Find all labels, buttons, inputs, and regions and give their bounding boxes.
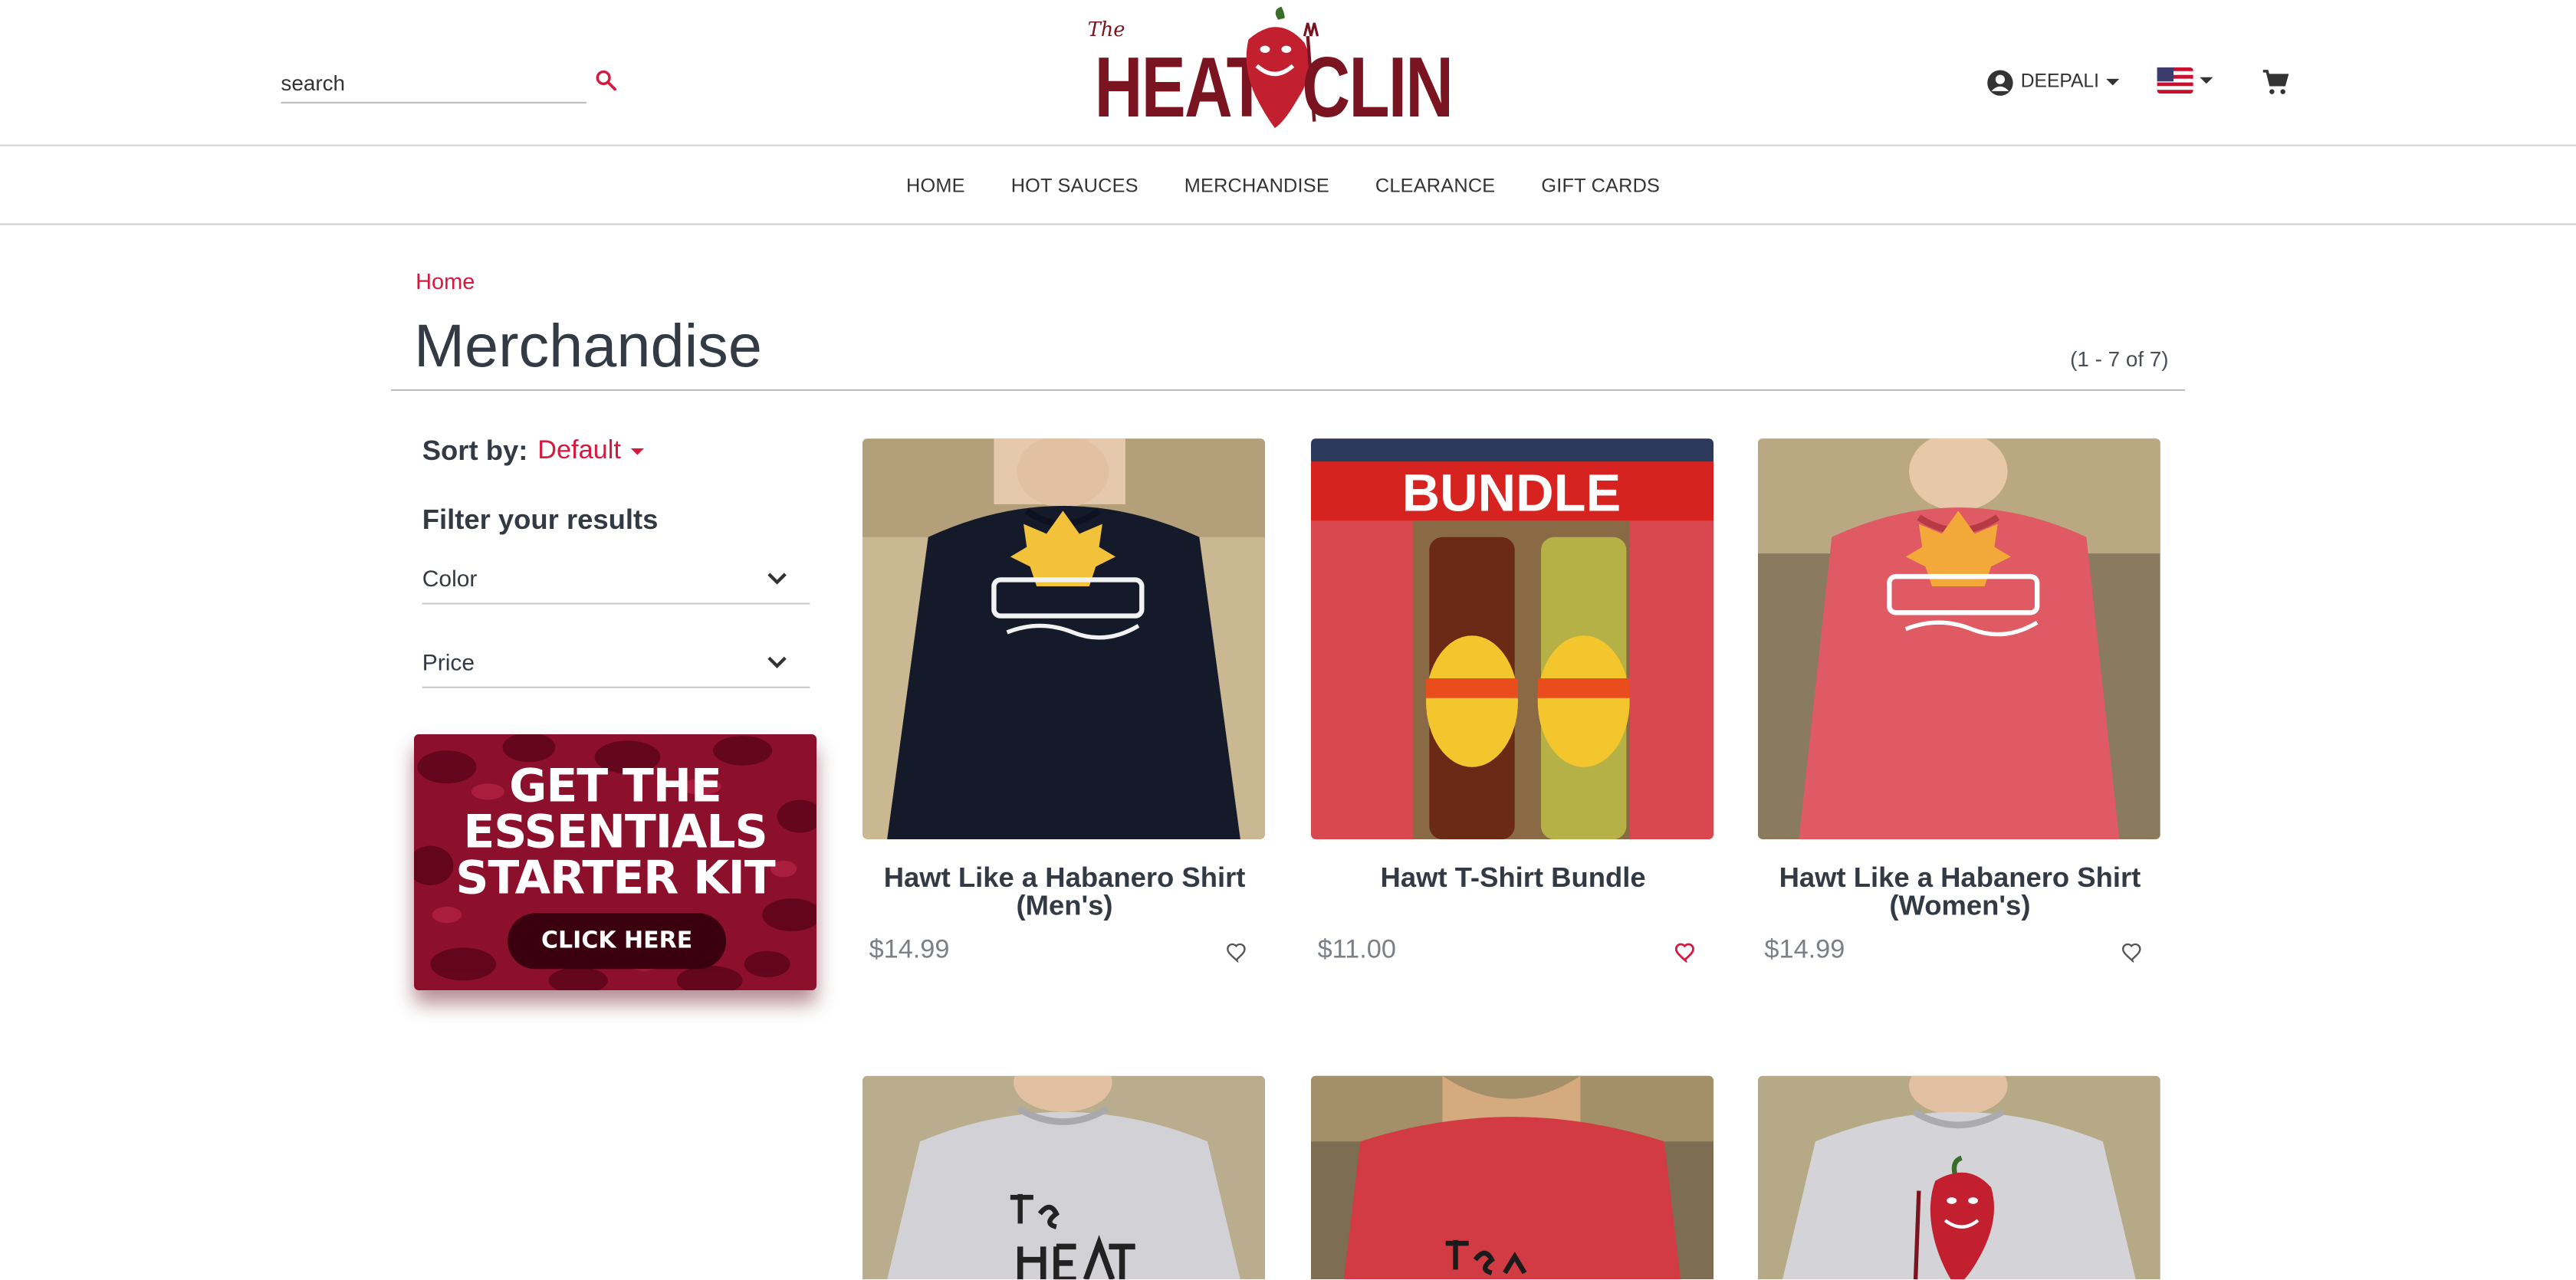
facet-label: Price [422, 648, 475, 675]
nav-hot-sauces[interactable]: HOT SAUCES [1011, 173, 1138, 196]
bundle-banner-text: BUNDLE [1402, 463, 1622, 522]
sort-label: Sort by: [422, 435, 528, 467]
title-divider [390, 389, 2185, 391]
sort-dropdown[interactable]: Default [537, 437, 644, 467]
product-image[interactable] [1757, 438, 2160, 839]
product-card: BUNDLE Hawt T-Shirt Bundle $11.00 [1311, 438, 1715, 964]
sort-control: Sort by: Default [422, 435, 644, 468]
site-header: The HEAT CLINIC DEEPALI [0, 0, 2576, 146]
chevron-down-icon [2105, 78, 2119, 86]
product-price: $11.00 [1317, 936, 1396, 964]
product-card [1757, 1075, 2162, 1280]
promo-line: STARTER KIT [455, 851, 775, 905]
promo-line: ESSENTIALS [463, 805, 767, 859]
us-flag-icon [2157, 67, 2193, 94]
logo-clinic-text: CLINIC [1302, 41, 1449, 132]
result-count: (1 - 7 of 7) [2070, 346, 2169, 372]
filter-heading: Filter your results [422, 504, 659, 536]
product-image[interactable] [863, 1075, 1265, 1280]
nav-home[interactable]: HOME [906, 173, 965, 196]
product-image[interactable] [1311, 1075, 1714, 1280]
promo-headline: GET THE ESSENTIALS STARTER KIT [414, 763, 816, 901]
heart-outline-icon[interactable] [2121, 943, 2144, 963]
sort-value: Default [537, 437, 621, 465]
logo-heat-text: HEAT [1095, 41, 1267, 132]
account-name: DEEPALI [2020, 72, 2100, 92]
product-image[interactable] [1757, 1075, 2160, 1280]
promo-line: GET THE [509, 758, 722, 813]
search-field-wrapper [281, 62, 586, 103]
heat-clinic-logo[interactable]: The HEAT CLINIC [1084, 6, 1449, 132]
logo-the-text: The [1088, 18, 1125, 41]
search-icon[interactable] [593, 67, 619, 94]
main-navigation: HOME HOT SAUCES MERCHANDISE CLEARANCE GI… [0, 146, 2576, 225]
product-card: Hawt Like a Habanero Shirt (Women's) $14… [1757, 438, 2162, 964]
facet-price[interactable]: Price [422, 637, 810, 688]
product-image[interactable]: BUNDLE [1311, 438, 1714, 839]
heart-outline-icon[interactable] [1674, 943, 1697, 963]
search-input[interactable] [281, 62, 577, 102]
product-card: Hawt Like a Habanero Shirt (Men's) $14.9… [863, 438, 1267, 964]
breadcrumb-home[interactable]: Home [416, 269, 475, 294]
product-price: $14.99 [1764, 936, 1845, 964]
page-title: Merchandise [414, 312, 762, 379]
account-menu[interactable]: DEEPALI [1986, 67, 2119, 97]
nav-gift-cards[interactable]: GIFT CARDS [1541, 173, 1660, 196]
nav-merchandise[interactable]: MERCHANDISE [1184, 173, 1329, 196]
facet-color[interactable]: Color [422, 553, 810, 605]
product-name[interactable]: Hawt Like a Habanero Shirt (Women's) [1758, 864, 2162, 920]
product-name[interactable]: Hawt T-Shirt Bundle [1311, 864, 1715, 891]
chevron-down-icon [630, 448, 644, 455]
product-name[interactable]: Hawt Like a Habanero Shirt (Men's) [863, 864, 1267, 920]
account-circle-icon [1987, 69, 2013, 95]
shopping-cart-icon[interactable] [2259, 66, 2292, 99]
starter-kit-promo[interactable]: GET THE ESSENTIALS STARTER KIT CLICK HER… [414, 734, 816, 991]
product-image[interactable] [863, 438, 1265, 839]
nav-clearance[interactable]: CLEARANCE [1375, 173, 1495, 196]
product-card [863, 1075, 1267, 1280]
chevron-down-icon [767, 573, 787, 585]
product-card [1311, 1075, 1715, 1280]
chevron-down-icon [767, 656, 787, 668]
promo-click-here-button[interactable]: CLICK HERE [508, 913, 727, 970]
locale-selector[interactable] [2157, 67, 2213, 94]
facet-label: Color [422, 565, 478, 592]
product-price: $14.99 [869, 936, 950, 964]
heart-outline-icon[interactable] [1226, 943, 1249, 963]
chevron-down-icon [2200, 77, 2213, 84]
